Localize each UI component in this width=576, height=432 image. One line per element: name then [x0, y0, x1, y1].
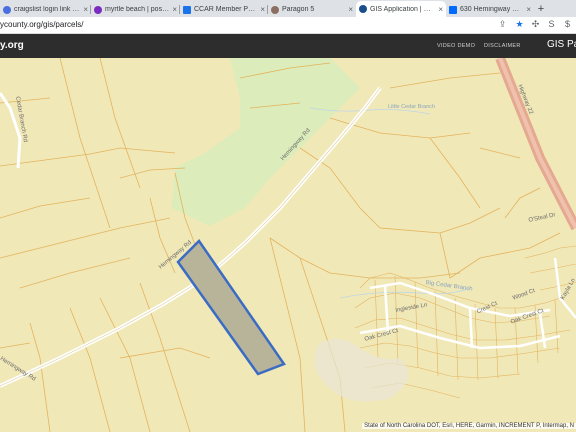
- close-icon[interactable]: ×: [438, 5, 443, 14]
- browser-tab-strip: craigslist login link - h × myrtle beach…: [0, 0, 576, 17]
- dollar-extension-icon[interactable]: $: [562, 19, 573, 29]
- url-field[interactable]: ycounty.org/gis/parcels/: [0, 20, 83, 29]
- map-label-little-cedar-branch: Little Cedar Branch: [388, 104, 436, 110]
- tab-title: myrtle beach | posting: [105, 6, 170, 13]
- close-icon[interactable]: ×: [83, 5, 88, 14]
- star-icon[interactable]: ★: [514, 19, 525, 30]
- close-icon[interactable]: ×: [526, 5, 531, 14]
- rainbow-icon: [271, 5, 279, 14]
- peace-icon: [94, 5, 102, 14]
- tab-title: Paragon 5: [282, 6, 315, 13]
- tab-gis-application[interactable]: GIS Application | Horr ×: [356, 1, 446, 17]
- tab-zillow[interactable]: 630 Hemingway Rd - ( ×: [446, 2, 534, 17]
- tab-title: CCAR Member Portal: [194, 6, 258, 13]
- share-icon[interactable]: ⇪: [497, 19, 508, 30]
- globe-icon: [3, 5, 11, 14]
- address-bar-row: ycounty.org/gis/parcels/ ⇪ ★ ✣ S $: [0, 17, 576, 34]
- video-demo-link[interactable]: VIDEO DEMO: [437, 43, 475, 49]
- map-attribution: State of North Carolina DOT, Esri, HERE,…: [362, 423, 576, 429]
- tab-title: 630 Hemingway Rd - (: [460, 6, 524, 13]
- tab-craigslist[interactable]: craigslist login link - h ×: [0, 2, 91, 17]
- puzzle-icon[interactable]: ✣: [530, 19, 541, 30]
- document-icon: [183, 5, 191, 14]
- tab-myrtle-beach[interactable]: myrtle beach | posting ×: [91, 2, 180, 17]
- new-tab-button[interactable]: +: [534, 2, 548, 17]
- gis-icon: [359, 5, 367, 13]
- tab-title: GIS Application | Horr: [370, 5, 436, 13]
- tab-title: craigslist login link - h: [14, 6, 81, 13]
- tab-paragon[interactable]: Paragon 5 ×: [268, 2, 356, 17]
- app-header: y.org VIDEO DEMO DISCLAIMER GIS Parcels: [0, 34, 576, 58]
- tab-ccar[interactable]: CCAR Member Portal ×: [180, 2, 268, 17]
- app-title: GIS Parcels: [547, 39, 576, 50]
- close-icon[interactable]: ×: [260, 5, 265, 14]
- parcel-map[interactable]: Cedar Branch Rd Hemingway Rd Hemingway R…: [0, 58, 576, 432]
- disclaimer-link[interactable]: DISCLAIMER: [484, 43, 521, 49]
- s-extension-icon[interactable]: S: [546, 19, 557, 29]
- zillow-icon: [449, 5, 457, 14]
- map-canvas[interactable]: [0, 58, 576, 432]
- close-icon[interactable]: ×: [172, 5, 177, 14]
- site-brand[interactable]: y.org: [0, 40, 24, 51]
- close-icon[interactable]: ×: [348, 5, 353, 14]
